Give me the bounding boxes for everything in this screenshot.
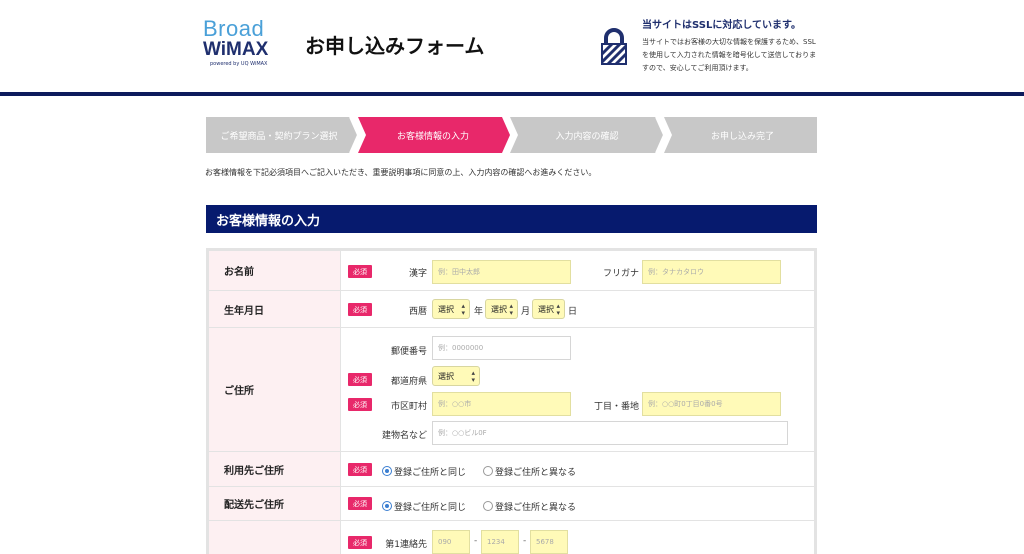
day-unit: 日 [568,307,578,317]
delivery-address-row: 配送先ご住所 必須 登録ご住所と同じ 登録ご住所と異なる [209,487,814,521]
city-label: 市区町村 [390,402,427,412]
logo-powered-text: powered by UQ WiMAX [210,61,268,67]
kana-name-input[interactable]: 例：タナカタロウ [642,260,781,284]
logo-broad-text: Broad [203,16,265,41]
delivery-same-label[interactable]: 登録ご住所と同じ [394,500,466,513]
phone-part1-input[interactable]: 090 [432,530,470,554]
usage-diff-label[interactable]: 登録ご住所と異なる [495,465,576,478]
phone-row-label [209,521,341,554]
step-customer-info: お客様情報の入力 [396,131,469,142]
lock-icon [600,28,628,66]
address-row: ご住所 郵便番号 例：0000000 必須 都道府県 選択 ▴ ▾ 必須 市区町村… [209,328,814,452]
name-row: お名前 必須 漢字 例：田中太郎 フリガナ 例：タナカタロウ [209,251,814,291]
step-plan-select: ご希望商品・契約プラン選択 [220,131,338,142]
delivery-diff-label[interactable]: 登録ご住所と異なる [495,500,576,513]
zip-input[interactable]: 例：0000000 [432,336,571,360]
address-label: ご住所 [209,328,341,451]
birth-year-value: 選択 [438,304,454,314]
phone-part3-input[interactable]: 5678 [530,530,568,554]
era-label: 西暦 [408,307,427,317]
page-title: お申し込みフォーム [305,34,485,58]
usage-diff-radio[interactable] [483,466,493,476]
required-badge: 必須 [348,463,372,476]
prefecture-value: 選択 [438,371,454,381]
step-confirm: 入力内容の確認 [555,131,619,142]
month-unit: 月 [521,307,531,317]
kanji-label: 漢字 [408,269,427,279]
usage-address-label: 利用先ご住所 [209,452,341,486]
kanji-name-input[interactable]: 例：田中太郎 [432,260,571,284]
phone-part2-input[interactable]: 1234 [481,530,519,554]
customer-form: お名前 必須 漢字 例：田中太郎 フリガナ 例：タナカタロウ 生年月日 必須 西… [206,248,817,554]
broad-wimax-logo[interactable]: Broad WiMAX powered by UQ WiMAX [203,18,283,70]
birthdate-label: 生年月日 [209,291,341,327]
section-title: お客様情報の入力 [206,205,817,233]
block-label: 丁目・番地 [593,402,639,412]
logo-wimax-text: WiMAX [203,39,269,60]
name-label: お名前 [209,251,341,290]
prefecture-select[interactable]: 選択 ▴ ▾ [432,366,480,386]
ssl-notice-body: 当サイトではお客様の大切な情報を保護するため、SSLを使用して入力された情報を暗… [642,38,817,72]
zip-label: 郵便番号 [390,347,427,357]
required-badge: 必須 [348,303,372,316]
phone-label: 第1連絡先 [385,540,427,550]
select-arrows-icon: ▴ ▾ [509,302,513,317]
usage-address-row: 利用先ご住所 必須 登録ご住所と同じ 登録ご住所と異なる [209,452,814,487]
select-arrows-icon: ▴ ▾ [471,369,475,384]
usage-same-label[interactable]: 登録ご住所と同じ [394,465,466,478]
block-input[interactable]: 例：○○町0丁目0番0号 [642,392,781,416]
required-badge: 必須 [348,373,372,386]
birth-year-select[interactable]: 選択 ▴ ▾ [432,299,470,319]
kana-label: フリガナ [602,269,639,279]
delivery-diff-radio[interactable] [483,501,493,511]
phone-row: 必須 第1連絡先 090 - 1234 - 5678 [209,521,814,554]
delivery-address-label: 配送先ご住所 [209,487,341,520]
birthdate-row: 生年月日 必須 西暦 選択 ▴ ▾ 年 選択 ▴ ▾ 月 選択 ▴ ▾ 日 [209,291,814,328]
required-badge: 必須 [348,398,372,411]
required-badge: 必須 [348,497,372,510]
birth-day-value: 選択 [538,304,554,314]
building-input[interactable]: 例：○○ビル0F [432,421,788,445]
select-arrows-icon: ▴ ▾ [461,302,465,317]
required-badge: 必須 [348,536,372,549]
building-label: 建物名など [381,431,427,441]
site-header: Broad WiMAX powered by UQ WiMAX お申し込みフォー… [0,0,1024,92]
year-unit: 年 [474,307,484,317]
step-complete: お申し込み完了 [710,131,774,142]
delivery-same-radio[interactable] [382,501,392,511]
city-input[interactable]: 例：○○市 [432,392,571,416]
select-arrows-icon: ▴ ▾ [556,302,560,317]
ssl-notice-title: 当サイトはSSLに対応しています。 [642,20,802,31]
intro-text: お客様情報を下記必須項目へご記入いただき、重要説明事項に同意の上、入力内容の確認… [205,168,597,177]
birth-month-value: 選択 [491,304,507,314]
birth-month-select[interactable]: 選択 ▴ ▾ [485,299,518,319]
phone-separator: - [523,536,527,546]
prefecture-label: 都道府県 [390,377,427,387]
usage-same-radio[interactable] [382,466,392,476]
required-badge: 必須 [348,265,372,278]
phone-separator: - [474,536,478,546]
birth-day-select[interactable]: 選択 ▴ ▾ [532,299,565,319]
